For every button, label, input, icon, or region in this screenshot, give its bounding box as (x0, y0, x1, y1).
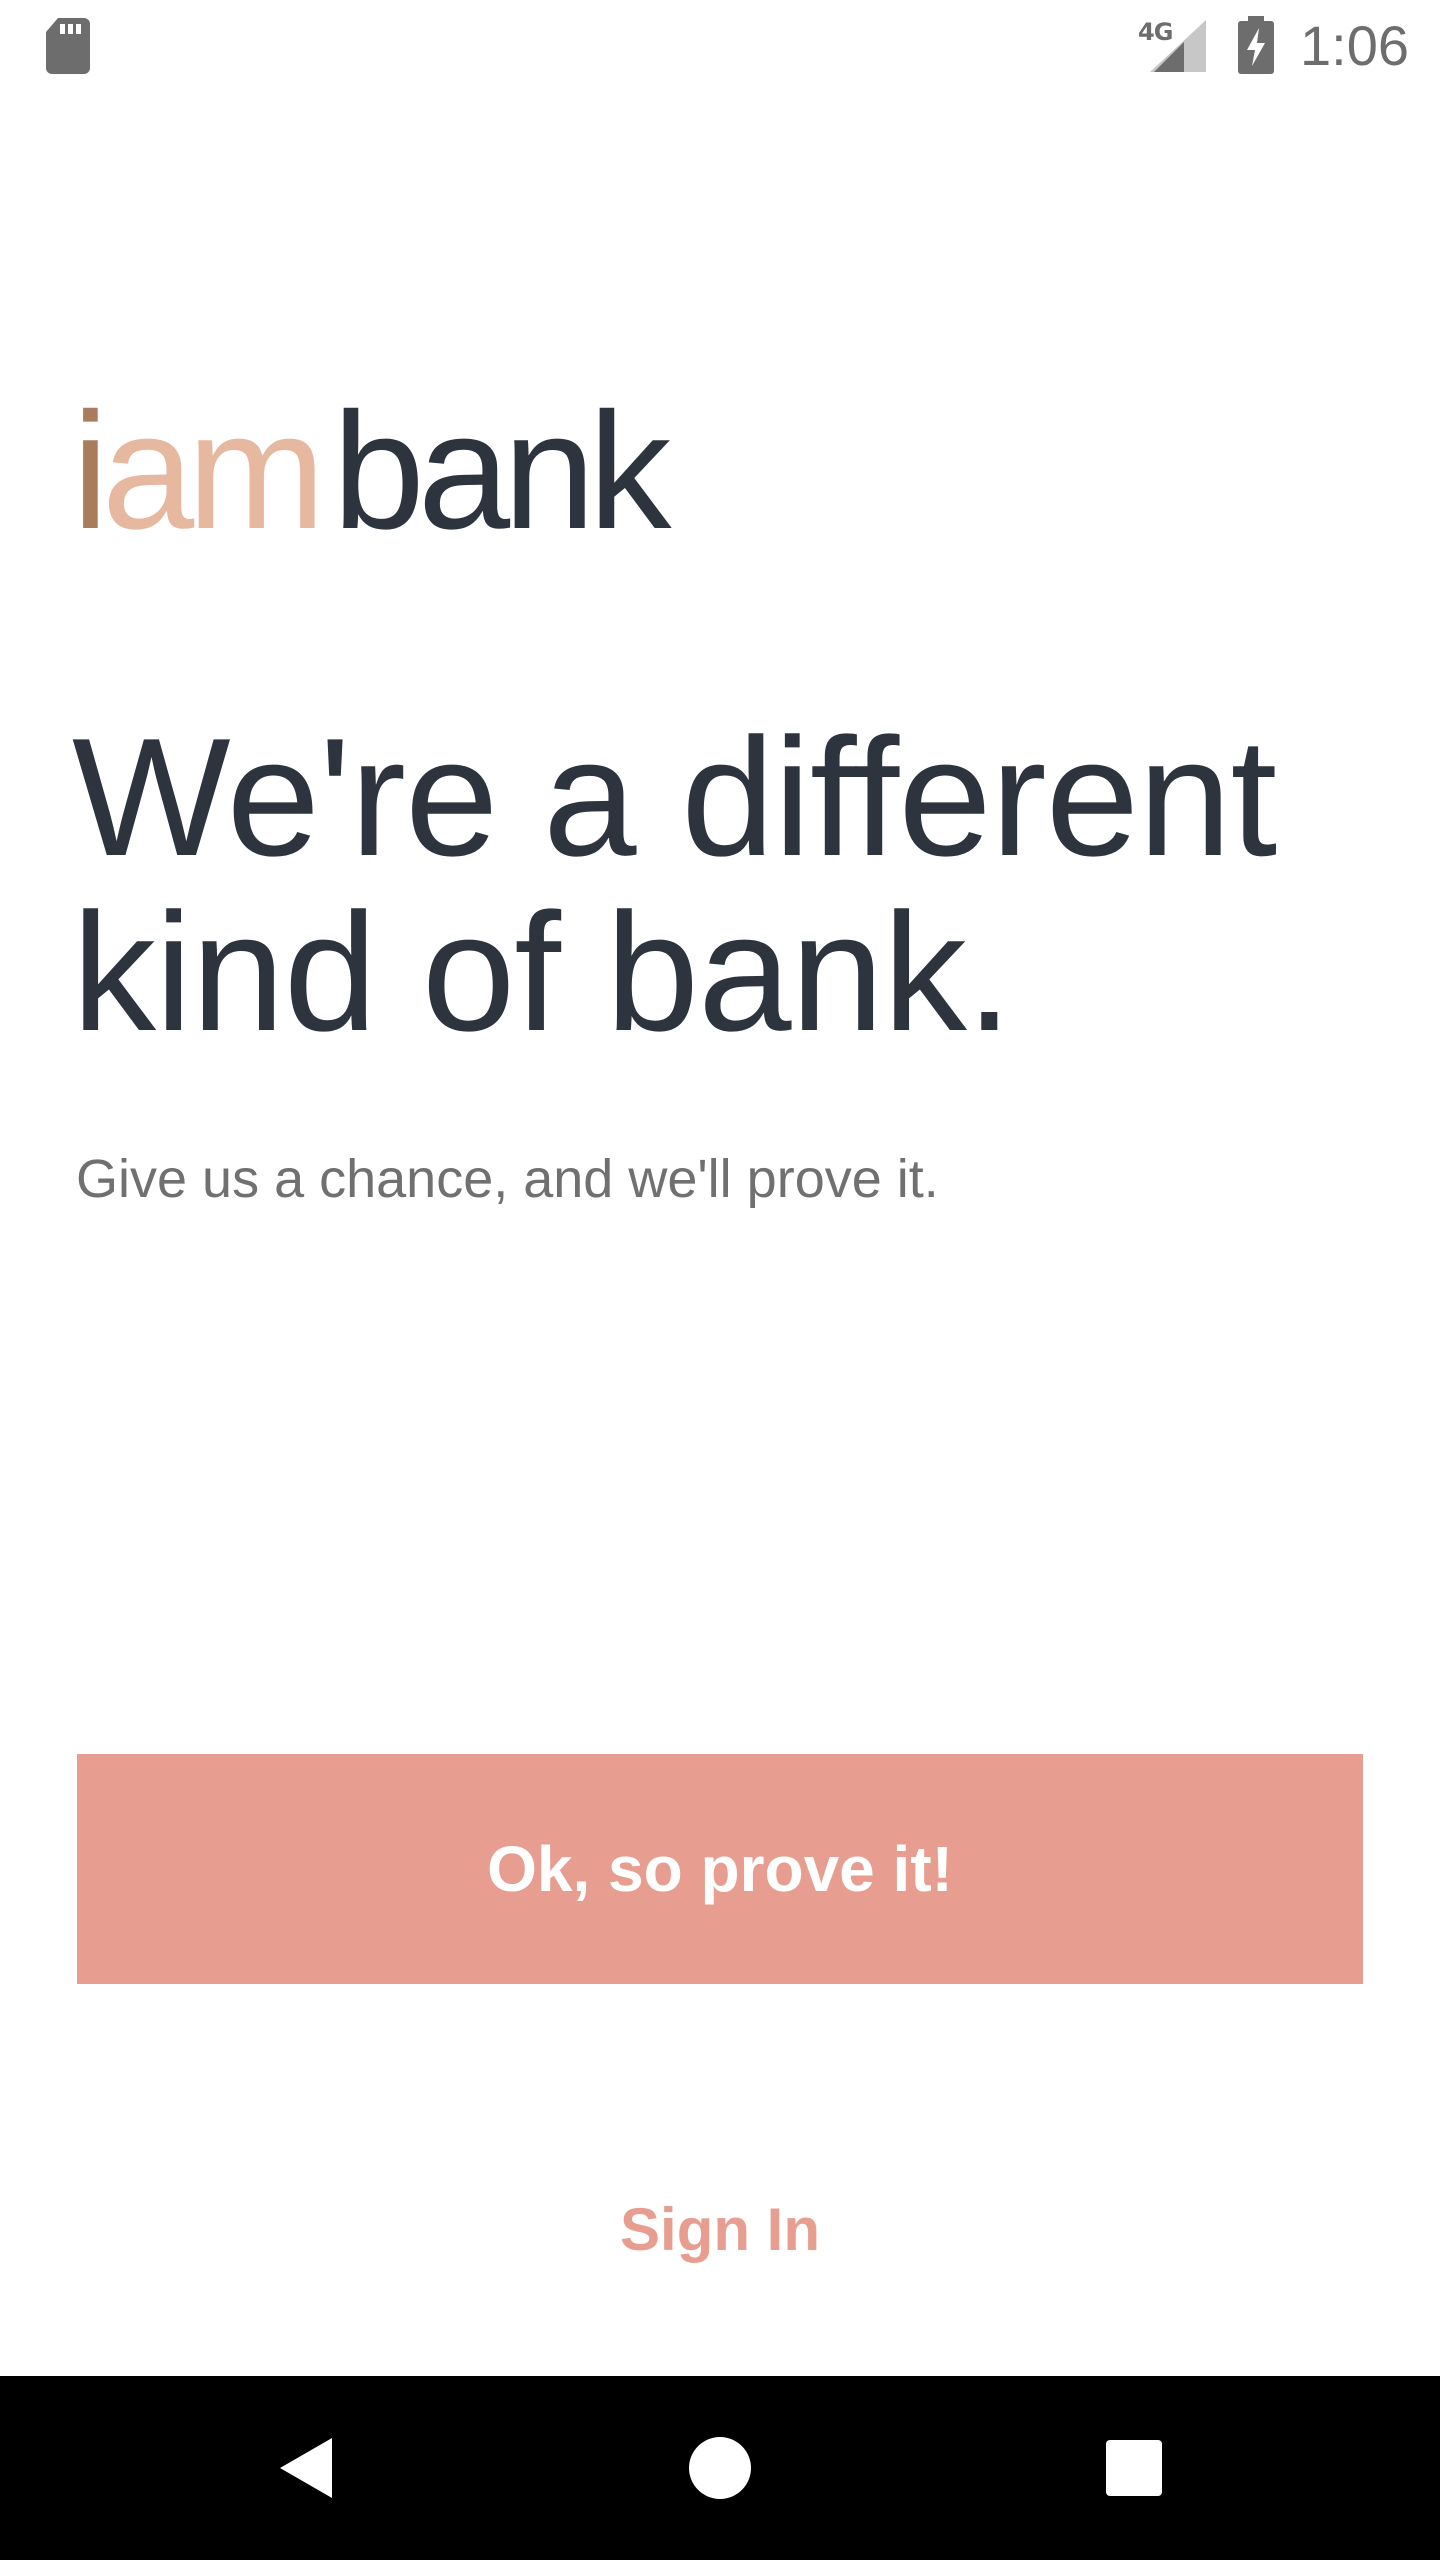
prove-it-button[interactable]: Ok, so prove it! (77, 1754, 1363, 1984)
status-time: 1:06 (1300, 14, 1409, 77)
system-nav-bar (0, 2376, 1440, 2560)
back-button[interactable] (246, 2408, 366, 2528)
signal-icon (1150, 20, 1206, 72)
logo-part-i: i (72, 379, 109, 564)
app-logo: iambank (72, 379, 672, 564)
hero-headline: We're a different kind of bank. (72, 710, 1372, 1060)
recents-button[interactable] (1074, 2408, 1194, 2528)
battery-charging-icon (1238, 16, 1274, 74)
sd-card-icon (46, 18, 90, 74)
home-button[interactable] (660, 2408, 780, 2528)
hero-subtext: Give us a chance, and we'll prove it. (76, 1149, 939, 1209)
headline-line-2: kind of bank. (72, 878, 1013, 1066)
status-bar: 4G 1:06 (0, 0, 1440, 96)
headline-line-1: We're a different (72, 703, 1277, 891)
back-icon (280, 2438, 332, 2498)
recents-icon (1106, 2440, 1162, 2496)
logo-part-bank: bank (332, 379, 672, 564)
logo-part-am: am (101, 379, 326, 564)
home-icon (689, 2437, 751, 2499)
sign-in-link[interactable]: Sign In (520, 2180, 920, 2280)
